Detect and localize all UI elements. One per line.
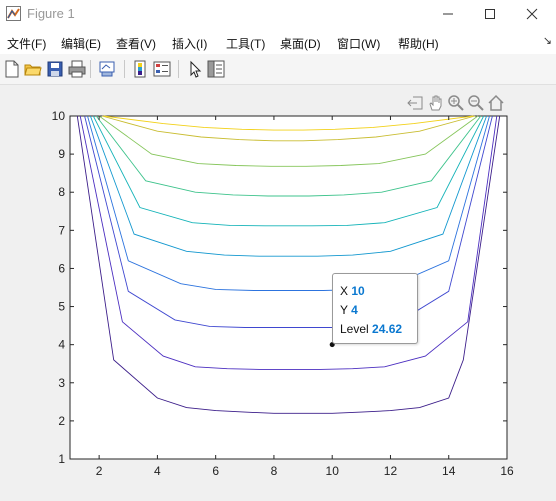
open-file-icon[interactable] [24, 60, 42, 78]
menu-help[interactable]: 帮助(H) [398, 35, 439, 52]
zoom-out-icon[interactable] [467, 94, 485, 112]
title-bar: Figure 1 [0, 0, 556, 28]
datatip-y-value: 4 [351, 303, 358, 317]
new-figure-icon[interactable] [3, 60, 21, 78]
zoom-in-icon[interactable] [447, 94, 465, 112]
figure-canvas [0, 85, 556, 501]
close-icon [526, 8, 538, 20]
menu-edit[interactable]: 编辑(E) [61, 35, 101, 52]
datatip-level-row: Level 24.62 [340, 322, 402, 336]
export-icon[interactable] [407, 94, 425, 112]
datatip-x-row: X 10 [340, 284, 365, 298]
menu-file[interactable]: 文件(F) [7, 35, 46, 52]
toolbar-separator [124, 60, 125, 78]
link-plot-icon[interactable] [98, 60, 116, 78]
insert-legend-icon[interactable] [153, 60, 171, 78]
datatip-level-value: 24.62 [372, 322, 403, 336]
insert-colorbar-icon[interactable] [131, 60, 149, 78]
datatip-x-label: X [340, 284, 349, 298]
menu-bar: 文件(F) 编辑(E) 查看(V) 插入(I) 工具(T) 桌面(D) 窗口(W… [0, 28, 556, 54]
property-inspector-icon[interactable] [207, 60, 225, 78]
maximize-icon [485, 9, 495, 19]
maximize-button[interactable] [472, 0, 508, 28]
menu-window[interactable]: 窗口(W) [337, 35, 380, 52]
toolbar-separator [178, 60, 179, 78]
figure-toolbar [0, 54, 556, 85]
minimize-button[interactable] [430, 0, 466, 28]
pan-hand-icon[interactable] [427, 94, 445, 112]
restore-view-icon[interactable] [487, 94, 505, 112]
matlab-app-icon [6, 6, 21, 21]
menu-insert[interactable]: 插入(I) [172, 35, 207, 52]
toolbar-separator [90, 60, 91, 78]
datatip-y-row: Y 4 [340, 303, 358, 317]
arrow-overflow-icon[interactable]: ↘ [543, 34, 552, 47]
datatip-x-value: 10 [351, 284, 365, 298]
menu-view[interactable]: 查看(V) [116, 35, 156, 52]
minimize-icon [443, 13, 453, 15]
datatip[interactable]: X 10 Y 4 Level 24.62 [332, 273, 418, 344]
print-icon[interactable] [68, 60, 86, 78]
menu-desktop[interactable]: 桌面(D) [280, 35, 321, 52]
save-icon[interactable] [46, 60, 64, 78]
close-button[interactable] [514, 0, 550, 28]
datatip-y-label: Y [340, 303, 348, 317]
menu-tools[interactable]: 工具(T) [226, 35, 265, 52]
window-title: Figure 1 [27, 6, 75, 21]
edit-plot-icon[interactable] [186, 60, 204, 78]
datatip-level-label: Level [340, 322, 369, 336]
